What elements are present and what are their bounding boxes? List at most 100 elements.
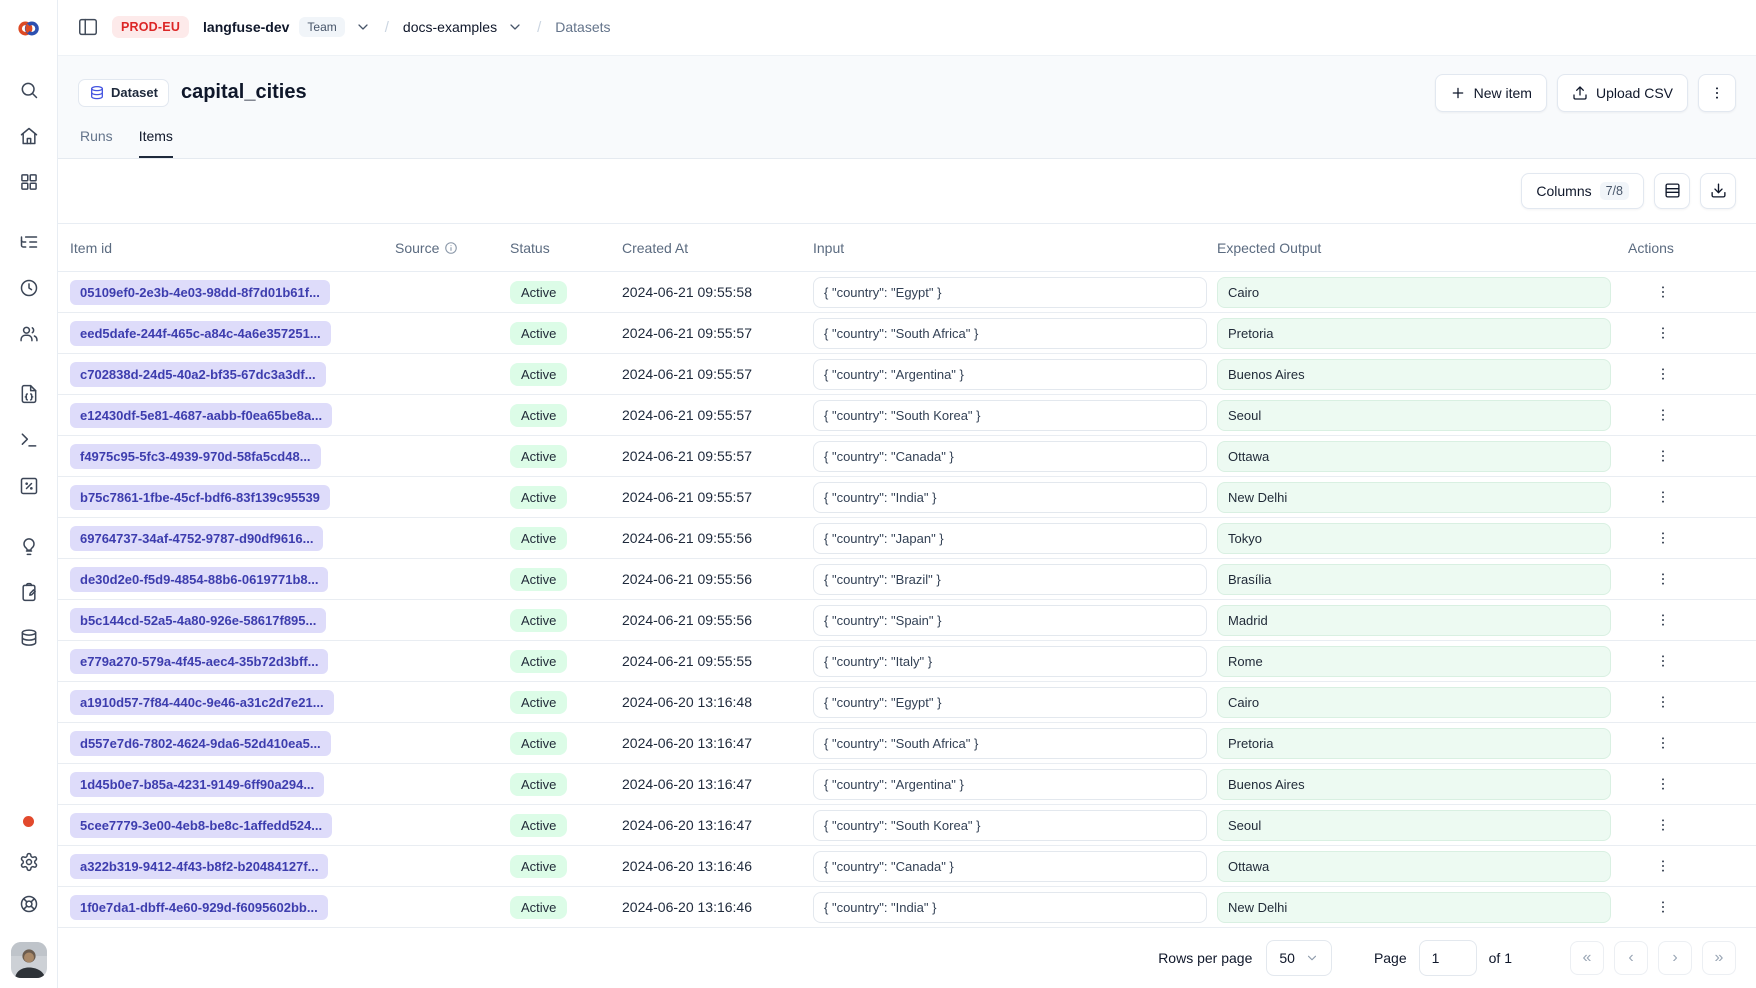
export-download-button[interactable]	[1700, 173, 1736, 209]
avatar[interactable]	[11, 942, 47, 978]
item-id-link[interactable]: f4975c95-5fc3-4939-970d-58fa5cd48...	[70, 444, 321, 469]
item-id-link[interactable]: e779a270-579a-4f45-aec4-35b72d3bff...	[70, 649, 328, 674]
item-id-link[interactable]: de30d2e0-f5d9-4854-88b6-0619771b8...	[70, 567, 328, 592]
row-actions-button[interactable]	[1649, 278, 1677, 306]
page-actions-menu-button[interactable]	[1698, 74, 1736, 112]
upload-csv-label: Upload CSV	[1596, 85, 1673, 101]
item-id-link[interactable]: b75c7861-1fbe-45cf-bdf6-83f139c95539	[70, 485, 330, 510]
table-row[interactable]: f4975c95-5fc3-4939-970d-58fa5cd48... Act…	[58, 436, 1756, 477]
sidebar-item-square-percent[interactable]	[13, 470, 45, 502]
row-actions-button[interactable]	[1649, 565, 1677, 593]
last-page-button[interactable]: »	[1702, 941, 1736, 975]
expected-output-value: Buenos Aires	[1217, 359, 1611, 390]
project-dropdown-trigger[interactable]	[507, 19, 523, 35]
rows-per-page-label: Rows per page	[1158, 950, 1252, 966]
tab-items[interactable]: Items	[139, 128, 173, 158]
org-dropdown-trigger[interactable]	[355, 19, 371, 35]
sidebar-item-clipboard-pen[interactable]	[13, 576, 45, 608]
sidebar-item-clock[interactable]	[13, 272, 45, 304]
table-row[interactable]: 69764737-34af-4752-9787-d90df9616... Act…	[58, 518, 1756, 559]
sidebar-item-search[interactable]	[13, 74, 45, 106]
entity-badge-label: Dataset	[111, 85, 158, 100]
sidebar-item-settings[interactable]	[13, 846, 45, 878]
table-row[interactable]: d557e7d6-7802-4624-9da6-52d410ea5... Act…	[58, 723, 1756, 764]
row-actions-button[interactable]	[1649, 442, 1677, 470]
row-actions-button[interactable]	[1649, 852, 1677, 880]
table-row[interactable]: c702838d-24d5-40a2-bf35-67dc3a3df... Act…	[58, 354, 1756, 395]
item-id-link[interactable]: 5cee7779-3e00-4eb8-be8c-1affedd524...	[70, 813, 332, 838]
row-actions-button[interactable]	[1649, 811, 1677, 839]
sidebar-item-layout-grid[interactable]	[13, 166, 45, 198]
table-row[interactable]: e779a270-579a-4f45-aec4-35b72d3bff... Ac…	[58, 641, 1756, 682]
row-height-button[interactable]	[1654, 173, 1690, 209]
sidebar-item-list-tree[interactable]	[13, 226, 45, 258]
item-id-link[interactable]: 1d45b0e7-b85a-4231-9149-6ff90a294...	[70, 772, 324, 797]
item-id-link[interactable]: eed5dafe-244f-465c-a84c-4a6e357251...	[70, 321, 331, 346]
status-badge: Active	[510, 814, 567, 837]
tab-runs[interactable]: Runs	[80, 128, 113, 158]
new-item-button[interactable]: New item	[1435, 74, 1547, 112]
sidebar-item-terminal[interactable]	[13, 424, 45, 456]
row-actions-button[interactable]	[1649, 360, 1677, 388]
rows-per-page-select[interactable]: 50	[1266, 940, 1332, 976]
row-actions-button[interactable]	[1649, 483, 1677, 511]
item-id-link[interactable]: 1f0e7da1-dbff-4e60-929d-f6095602bb...	[70, 895, 328, 920]
row-actions-button[interactable]	[1649, 606, 1677, 634]
columns-button[interactable]: Columns 7/8	[1521, 173, 1644, 209]
status-cell: Active	[510, 527, 622, 550]
row-actions-button[interactable]	[1649, 729, 1677, 757]
item-id-link[interactable]: d557e7d6-7802-4624-9da6-52d410ea5...	[70, 731, 331, 756]
table-row[interactable]: 05109ef0-2e3b-4e03-98dd-8f7d01b61f... Ac…	[58, 272, 1756, 313]
page-number-input[interactable]	[1419, 940, 1477, 976]
item-id-link[interactable]: c702838d-24d5-40a2-bf35-67dc3a3df...	[70, 362, 326, 387]
row-actions-button[interactable]	[1649, 401, 1677, 429]
sidebar-toggle-button[interactable]	[74, 13, 102, 41]
item-id-link[interactable]: b5c144cd-52a5-4a80-926e-58617f895...	[70, 608, 326, 633]
item-id-link[interactable]: 69764737-34af-4752-9787-d90df9616...	[70, 526, 323, 551]
table-row[interactable]: a322b319-9412-4f43-b8f2-b20484127f... Ac…	[58, 846, 1756, 887]
prev-page-button[interactable]: ‹	[1614, 941, 1648, 975]
info-icon[interactable]	[444, 241, 458, 255]
first-page-button[interactable]: «	[1570, 941, 1604, 975]
table-row[interactable]: 1f0e7da1-dbff-4e60-929d-f6095602bb... Ac…	[58, 887, 1756, 928]
row-actions-button[interactable]	[1649, 647, 1677, 675]
input-cell: { "country": "Argentina" }	[813, 769, 1217, 800]
sidebar-item-life-buoy[interactable]	[13, 888, 45, 920]
input-value: { "country": "Japan" }	[813, 523, 1207, 554]
created-at-cell: 2024-06-21 09:55:58	[622, 284, 813, 300]
row-actions-button[interactable]	[1649, 893, 1677, 921]
sidebar-item-lightbulb[interactable]	[13, 530, 45, 562]
status-badge: Active	[510, 281, 567, 304]
table-row[interactable]: eed5dafe-244f-465c-a84c-4a6e357251... Ac…	[58, 313, 1756, 354]
row-actions-button[interactable]	[1649, 319, 1677, 347]
item-id-link[interactable]: e12430df-5e81-4687-aabb-f0ea65be8a...	[70, 403, 332, 428]
table-row[interactable]: 1d45b0e7-b85a-4231-9149-6ff90a294... Act…	[58, 764, 1756, 805]
status-badge: Active	[510, 773, 567, 796]
sidebar-item-home[interactable]	[13, 120, 45, 152]
table-row[interactable]: b75c7861-1fbe-45cf-bdf6-83f139c95539 Act…	[58, 477, 1756, 518]
table-row[interactable]: 5cee7779-3e00-4eb8-be8c-1affedd524... Ac…	[58, 805, 1756, 846]
item-id-link[interactable]: 05109ef0-2e3b-4e03-98dd-8f7d01b61f...	[70, 280, 330, 305]
actions-cell	[1628, 606, 1698, 634]
status-dot	[23, 816, 34, 827]
next-page-button[interactable]: ›	[1658, 941, 1692, 975]
expected-output-cell: Ottawa	[1217, 441, 1628, 472]
table-row[interactable]: de30d2e0-f5d9-4854-88b6-0619771b8... Act…	[58, 559, 1756, 600]
item-id-link[interactable]: a322b319-9412-4f43-b8f2-b20484127f...	[70, 854, 328, 879]
row-actions-button[interactable]	[1649, 688, 1677, 716]
table-row[interactable]: b5c144cd-52a5-4a80-926e-58617f895... Act…	[58, 600, 1756, 641]
table-row[interactable]: a1910d57-7f84-440c-9e46-a31c2d7e21... Ac…	[58, 682, 1756, 723]
table-row[interactable]: e12430df-5e81-4687-aabb-f0ea65be8a... Ac…	[58, 395, 1756, 436]
row-actions-button[interactable]	[1649, 770, 1677, 798]
status-badge: Active	[510, 855, 567, 878]
row-actions-button[interactable]	[1649, 524, 1677, 552]
sidebar-item-users[interactable]	[13, 318, 45, 350]
item-id-link[interactable]: a1910d57-7f84-440c-9e46-a31c2d7e21...	[70, 690, 334, 715]
org-name[interactable]: langfuse-dev	[203, 19, 289, 35]
upload-csv-button[interactable]: Upload CSV	[1557, 74, 1688, 112]
project-name[interactable]: docs-examples	[403, 19, 497, 35]
langfuse-logo[interactable]	[0, 0, 57, 56]
sidebar-item-database[interactable]	[13, 622, 45, 654]
sidebar-item-file-json[interactable]	[13, 378, 45, 410]
created-at-cell: 2024-06-21 09:55:57	[622, 448, 813, 464]
